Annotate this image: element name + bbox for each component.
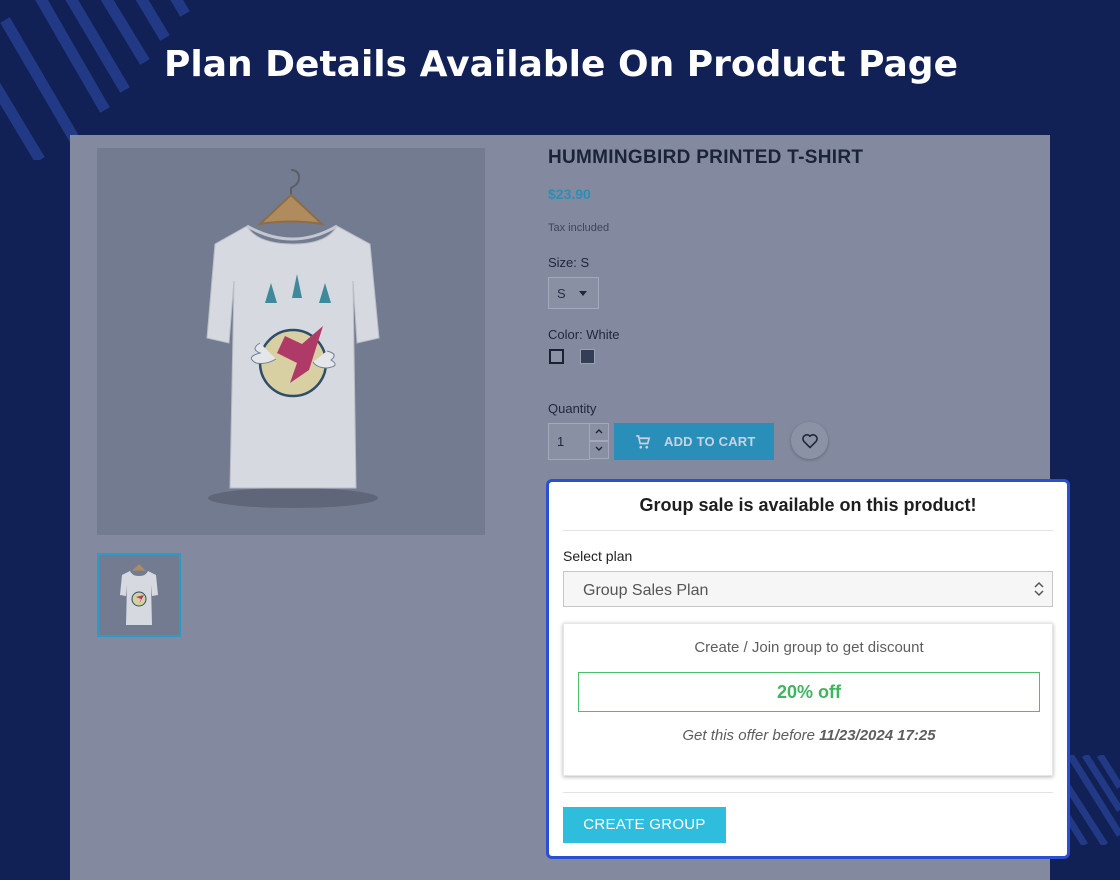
offer-deadline-text: Get this offer before 11/23/2024 17:25 — [564, 727, 1054, 744]
product-title: HUMMINGBIRD PRINTED T-SHIRT — [548, 147, 864, 168]
product-thumbnail[interactable] — [97, 553, 181, 637]
size-label: Size: S — [548, 255, 590, 270]
plan-select[interactable]: Group Sales Plan — [563, 571, 1053, 607]
product-image[interactable] — [97, 148, 485, 535]
select-plan-label: Select plan — [563, 548, 633, 564]
size-select[interactable]: S — [548, 277, 599, 309]
add-to-cart-label: ADD TO CART — [664, 434, 756, 449]
cart-icon — [636, 434, 651, 449]
offer-prefix: Get this offer before — [682, 727, 815, 744]
offer-deadline: 11/23/2024 17:25 — [819, 727, 936, 744]
divider — [563, 530, 1053, 531]
heart-icon — [801, 433, 818, 448]
banner-title: Plan Details Available On Product Page — [163, 44, 958, 85]
product-price: $23.90 — [548, 186, 591, 202]
chevron-up-icon — [595, 429, 603, 434]
chevron-updown-icon — [1034, 581, 1044, 597]
quantity-increment-button[interactable] — [589, 423, 609, 441]
divider — [563, 792, 1053, 793]
plan-details-card: Create / Join group to get discount 20% … — [563, 623, 1053, 776]
group-sale-title: Group sale is available on this product! — [639, 495, 977, 515]
color-label: Color: White — [548, 327, 620, 342]
quantity-label: Quantity — [548, 401, 597, 416]
tshirt-image — [206, 169, 380, 508]
quantity-input[interactable]: 1 — [548, 423, 590, 460]
discount-badge: 20% off — [578, 672, 1040, 712]
tax-note: Tax included — [548, 222, 610, 234]
add-to-cart-button[interactable]: ADD TO CART — [614, 423, 774, 460]
quantity-decrement-button[interactable] — [589, 441, 609, 459]
group-sale-panel: Group sale is available on this product!… — [546, 479, 1070, 859]
create-group-button[interactable]: CREATE GROUP — [563, 807, 726, 843]
wishlist-button[interactable] — [791, 422, 828, 459]
plan-selected-value: Group Sales Plan — [583, 582, 709, 599]
color-swatch-dark[interactable] — [580, 349, 595, 364]
tshirt-thumbnail-image — [120, 564, 158, 625]
caret-down-icon — [579, 291, 587, 296]
color-swatch-white[interactable] — [549, 349, 564, 364]
chevron-down-icon — [595, 446, 603, 451]
size-selected-value: S — [557, 286, 566, 301]
plan-card-heading: Create / Join group to get discount — [694, 639, 924, 656]
